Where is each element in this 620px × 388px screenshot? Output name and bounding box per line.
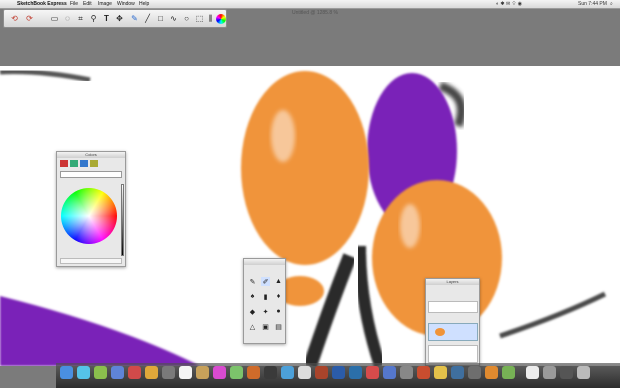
redo-icon[interactable]: ⟳ [23, 13, 36, 24]
crop-icon[interactable]: ⌗ [75, 13, 86, 24]
color-mode-tab-4[interactable] [90, 160, 98, 167]
app-icon-5[interactable] [128, 366, 141, 379]
status-tray-icons[interactable]: ◐ ✱ ✉ ⌔ ◉ [496, 0, 522, 9]
color-mode-tab-2[interactable] [70, 160, 78, 167]
document-icon[interactable] [526, 366, 539, 379]
color-wheel[interactable] [61, 188, 117, 244]
color-wheel-icon[interactable] [216, 14, 226, 24]
layer-row[interactable] [428, 301, 478, 313]
bridge-icon[interactable] [315, 366, 328, 379]
balloon-orange-left [241, 71, 369, 265]
balloon-highlight-right [400, 204, 420, 248]
app-icon-25[interactable] [468, 366, 481, 379]
sketchbook-icon[interactable] [247, 366, 260, 379]
app-icon-24[interactable] [451, 366, 464, 379]
trash-icon[interactable] [577, 366, 590, 379]
ellipse-icon[interactable]: ○ [181, 13, 192, 24]
stroke-top-left [0, 69, 91, 83]
stroke-right [499, 291, 607, 339]
app-icon-3[interactable] [94, 366, 107, 379]
app-icon-19[interactable] [366, 366, 379, 379]
brush-pen-icon[interactable]: ♠ [248, 292, 257, 301]
brush-pencil-icon[interactable]: ✐ [261, 277, 270, 286]
shape-icon[interactable]: ∿ [168, 13, 179, 24]
color-editor-title: Colors [57, 152, 125, 158]
app-icon-21[interactable] [400, 366, 413, 379]
layer-thumbnail [435, 328, 445, 336]
app-icon-13[interactable] [264, 366, 277, 379]
app-icon-4[interactable] [111, 366, 124, 379]
brush-texture-icon[interactable]: ▤ [274, 322, 283, 331]
itunes-icon[interactable] [213, 366, 226, 379]
brush-eraser-icon[interactable]: △ [248, 322, 257, 331]
brush-chisel-icon[interactable]: ▮ [261, 292, 270, 301]
line-icon[interactable]: ╱ [142, 13, 153, 24]
calendar-icon[interactable] [179, 366, 192, 379]
color-editor-panel[interactable]: Colors [56, 151, 126, 267]
brush-palette-panel[interactable]: ✎ ✐ ▲ ♠ ▮ ♦ ◆ ✦ ● △ ▣ ▤ [243, 258, 286, 344]
value-slider[interactable] [121, 184, 124, 256]
app-icon-6[interactable] [145, 366, 158, 379]
brush-blur-icon[interactable]: ✦ [261, 307, 270, 316]
app-icon-27[interactable] [502, 366, 515, 379]
app-icon-20[interactable] [383, 366, 396, 379]
brush-smudge-icon[interactable]: ◆ [248, 307, 257, 316]
dock [56, 363, 620, 388]
safari-icon[interactable] [77, 366, 90, 379]
select-rect-icon[interactable]: ▭ [49, 13, 60, 24]
menu-app-name[interactable]: SketchBook Express [17, 0, 67, 9]
menu-edit[interactable]: Edit [83, 0, 92, 9]
menu-file[interactable]: File [70, 0, 78, 9]
move-icon[interactable]: ✥ [114, 13, 125, 24]
undo-icon[interactable]: ⟲ [8, 13, 21, 24]
brush-ink-icon[interactable]: ♦ [274, 292, 283, 301]
pan-icon[interactable]: ⬚ [194, 13, 205, 24]
app-icon-9[interactable] [196, 366, 209, 379]
balloon-highlight-left [271, 110, 295, 162]
color-swatches-strip[interactable] [60, 258, 122, 264]
app-icon-18[interactable] [349, 366, 362, 379]
layer-row-background[interactable] [428, 345, 478, 363]
stack-icon[interactable] [560, 366, 573, 379]
folder-icon[interactable] [543, 366, 556, 379]
zoom-icon[interactable]: ⚲ [88, 13, 99, 24]
stroke-purple-base [0, 296, 200, 366]
layer-editor-panel[interactable]: Layers [425, 278, 480, 366]
tool-bar: ⟲ ⟳ ▭ ◌ ⌗ ⚲ T ✥ ✎ ╱ □ ∿ ○ ⬚ ⫼ [3, 9, 227, 28]
rect-icon[interactable]: □ [155, 13, 166, 24]
brush-fill-icon[interactable]: ▣ [261, 322, 270, 331]
finder-icon[interactable] [60, 366, 73, 379]
layer-editor-title: Layers [426, 279, 479, 285]
brush-icon[interactable]: ✎ [129, 13, 140, 24]
text-icon[interactable]: T [101, 13, 112, 24]
photoshop-icon[interactable] [332, 366, 345, 379]
lasso-icon[interactable]: ◌ [62, 13, 73, 24]
app-icon-14[interactable] [281, 366, 294, 379]
spotlight-icon[interactable]: ⌕ [610, 0, 613, 9]
color-mode-tab-1[interactable] [60, 160, 68, 167]
menu-image[interactable]: Image [98, 0, 112, 9]
app-icon-15[interactable] [298, 366, 311, 379]
menu-clock[interactable]: Sun 7:44 PM [578, 0, 607, 9]
app-icon-22[interactable] [417, 366, 430, 379]
brush-water-icon[interactable]: ● [274, 307, 283, 316]
app-icon-11[interactable] [230, 366, 243, 379]
brush-palette-title [244, 259, 285, 265]
menu-help[interactable]: Help [139, 0, 149, 9]
layer-row-selected[interactable] [428, 323, 478, 341]
menu-bar: SketchBook Express File Edit Image Windo… [0, 0, 620, 9]
color-mode-tabs [60, 160, 124, 168]
brush-marker-icon[interactable]: ▲ [274, 277, 283, 286]
app-icon-23[interactable] [434, 366, 447, 379]
menu-window[interactable]: Window [117, 0, 135, 9]
string-1 [303, 253, 357, 366]
color-mode-tab-3[interactable] [80, 160, 88, 167]
color-search-input[interactable] [60, 171, 122, 178]
brush-airbrush-icon[interactable]: ✎ [248, 277, 257, 286]
document-title: Untitled @ 1285.8 % [292, 10, 338, 16]
app-icon-7[interactable] [162, 366, 175, 379]
symmetry-icon[interactable]: ⫼ [205, 13, 216, 24]
app-icon-26[interactable] [485, 366, 498, 379]
